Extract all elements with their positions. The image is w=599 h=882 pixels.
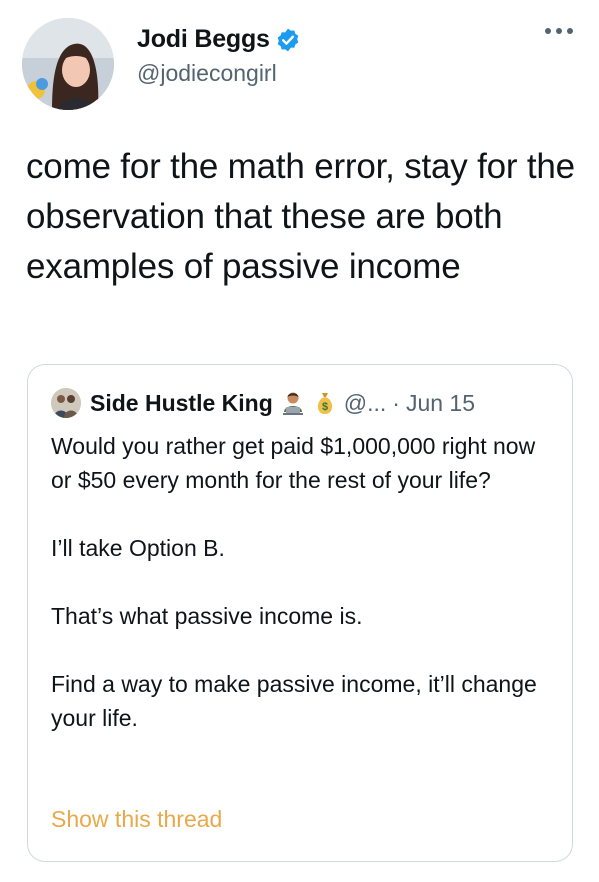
author-avatar[interactable] [22,18,114,110]
quoted-tweet-date[interactable]: Jun 15 [406,390,475,417]
quoted-paragraph: Would you rather get paid $1,000,000 rig… [51,433,536,493]
quoted-paragraph: That’s what passive income is. [51,603,363,629]
header-separator: · [392,389,400,416]
tweet-text: come for the math error, stay for the ob… [26,147,575,286]
quoted-author-avatar [51,388,81,418]
verified-badge-icon [275,27,301,53]
quoted-tweet-header: Side Hustle King $ @... · Jun 15 [51,388,475,418]
money-bag-emoji-icon: $ [313,390,337,416]
quoted-tweet-card[interactable]: Side Hustle King $ @... · Jun 15 Would y… [27,364,573,862]
quoted-tweet-body: Would you rather get paid $1,000,000 rig… [51,429,551,735]
author-display-name[interactable]: Jodi Beggs [137,25,270,54]
show-thread-link[interactable]: Show this thread [51,806,222,833]
author-handle[interactable]: @jodiecongirl [137,60,277,87]
quoted-author-name: Side Hustle King [90,389,273,416]
more-options-icon[interactable] [545,28,573,34]
technologist-emoji-icon [280,390,306,416]
quoted-author-handle: @... [343,389,387,416]
svg-text:$: $ [322,401,328,413]
quoted-paragraph: Find a way to make passive income, it’ll… [51,671,537,731]
author-name-row[interactable]: Jodi Beggs [137,25,301,54]
quoted-paragraph: I’ll take Option B. [51,535,225,561]
